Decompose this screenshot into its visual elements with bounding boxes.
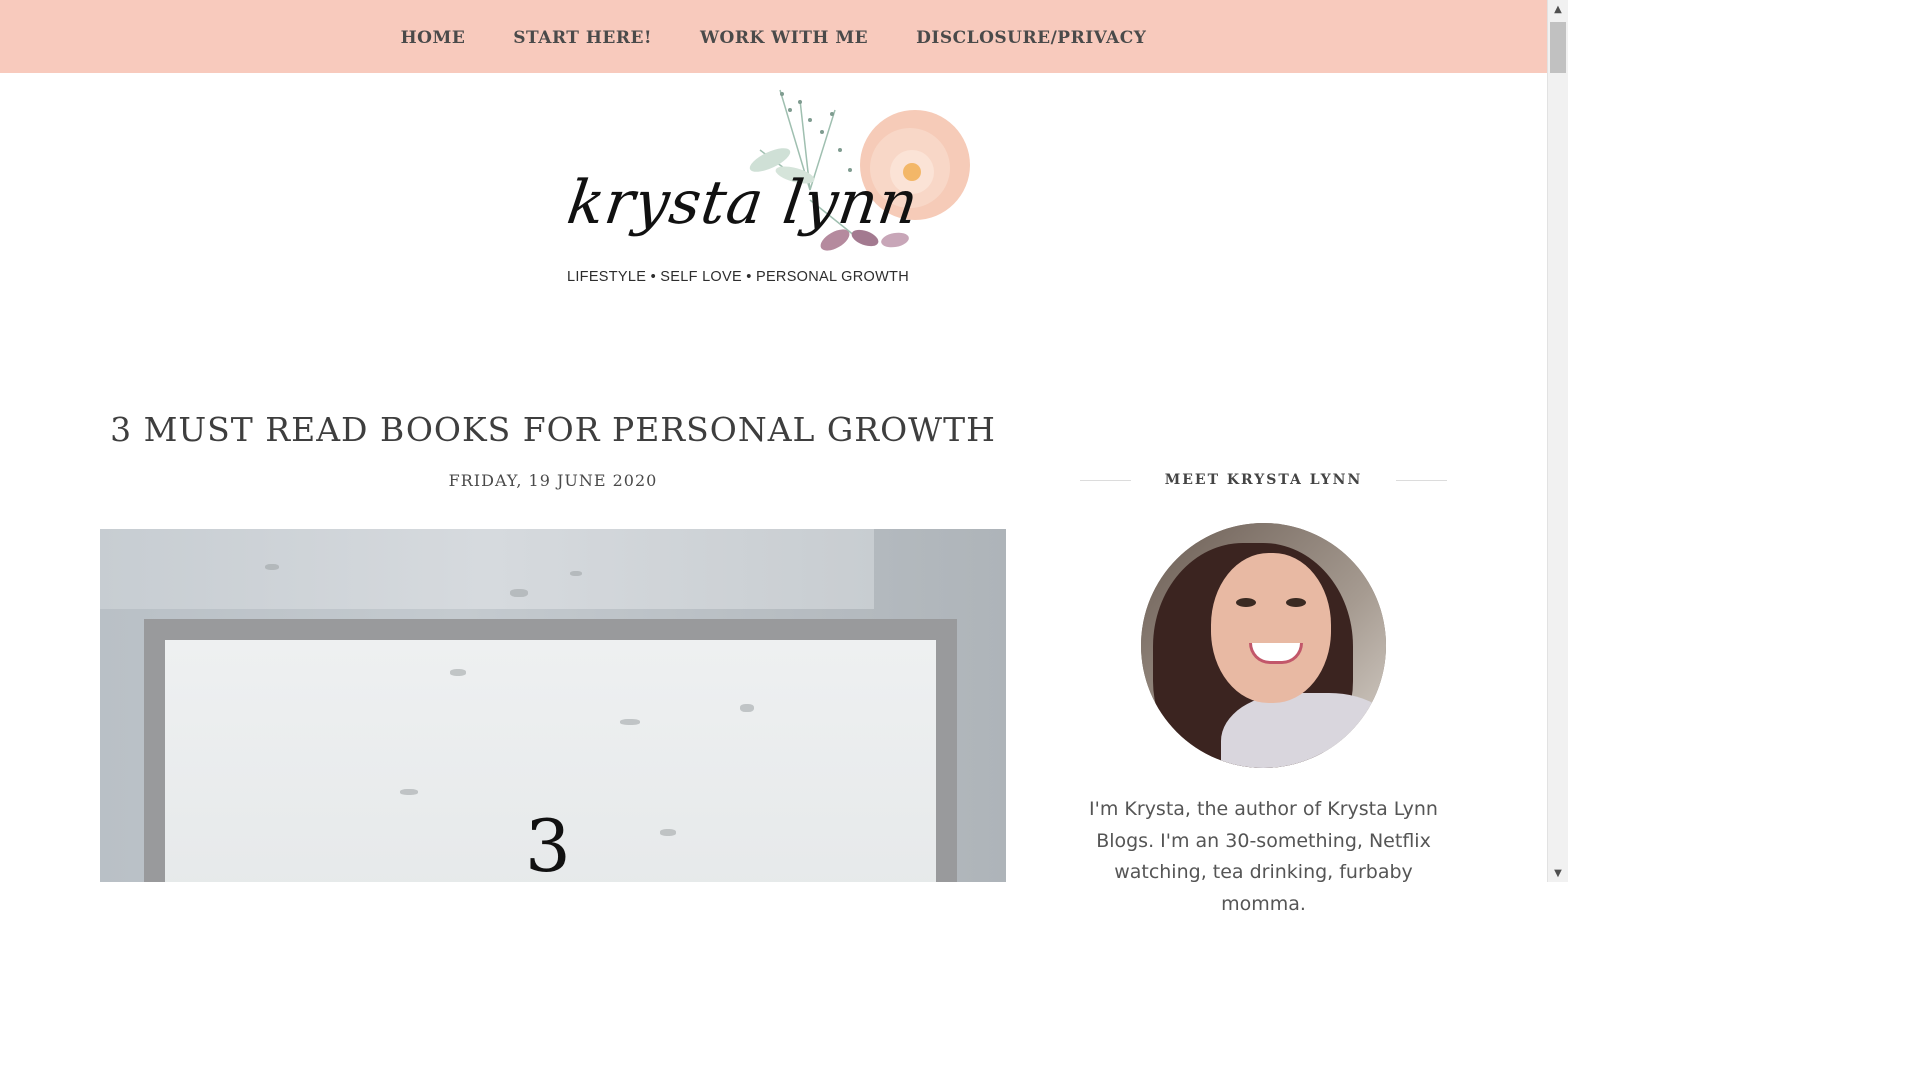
- image-speck: [400, 789, 418, 795]
- image-speck: [510, 589, 528, 597]
- page-scrollbar[interactable]: ▲ ▼: [1547, 0, 1568, 882]
- post-date: FRIDAY, 19 JUNE 2020: [448, 471, 658, 490]
- avatar-eye: [1286, 598, 1306, 607]
- image-canvas-top: [100, 529, 874, 609]
- nav-item-start-here[interactable]: START HERE!: [513, 26, 652, 48]
- logo-tagline: LIFESTYLE • SELF LOVE • PERSONAL GROWTH: [566, 269, 909, 285]
- avatar-eye: [1236, 598, 1256, 607]
- scroll-up-arrow-icon[interactable]: ▲: [1548, 0, 1568, 18]
- image-speck: [570, 571, 582, 576]
- sidebar-widget-header: MEET KRYSTA LYNN: [1080, 468, 1448, 492]
- image-speck: [660, 829, 676, 836]
- header-divider-left: [1080, 479, 1131, 481]
- nav-item-disclosure-privacy[interactable]: DISCLOSURE/PRIVACY: [916, 26, 1146, 48]
- image-numeral: 3: [525, 804, 571, 882]
- post-title[interactable]: 3 MUST READ BOOKS FOR PERSONAL GROWTH: [100, 410, 1006, 449]
- top-navigation: HOME START HERE! WORK WITH ME DISCLOSURE…: [0, 0, 1547, 73]
- image-speck: [265, 564, 279, 570]
- scrollbar-thumb[interactable]: [1550, 22, 1566, 73]
- scroll-down-arrow-icon[interactable]: ▼: [1548, 864, 1568, 882]
- avatar-face: [1211, 553, 1331, 703]
- nav-menu: HOME START HERE! WORK WITH ME DISCLOSURE…: [377, 26, 1171, 48]
- avatar-shirt: [1221, 693, 1386, 768]
- header-divider-right: [1396, 479, 1448, 481]
- image-speck: [740, 704, 754, 712]
- logo-script-text: krysta lynn: [563, 168, 923, 238]
- sidebar-widget-title: MEET KRYSTA LYNN: [1164, 472, 1363, 488]
- author-avatar: [1141, 523, 1386, 768]
- nav-item-home[interactable]: HOME: [401, 26, 466, 48]
- site-logo[interactable]: krysta lynn LIFESTYLE • SELF LOVE • PERS…: [560, 80, 990, 295]
- nav-item-work-with-me[interactable]: WORK WITH ME: [700, 26, 868, 48]
- author-bio: I'm Krysta, the author of Krysta Lynn Bl…: [1089, 798, 1438, 915]
- image-speck: [620, 719, 640, 725]
- post-featured-image[interactable]: 3: [100, 529, 1006, 882]
- image-speck: [450, 669, 466, 676]
